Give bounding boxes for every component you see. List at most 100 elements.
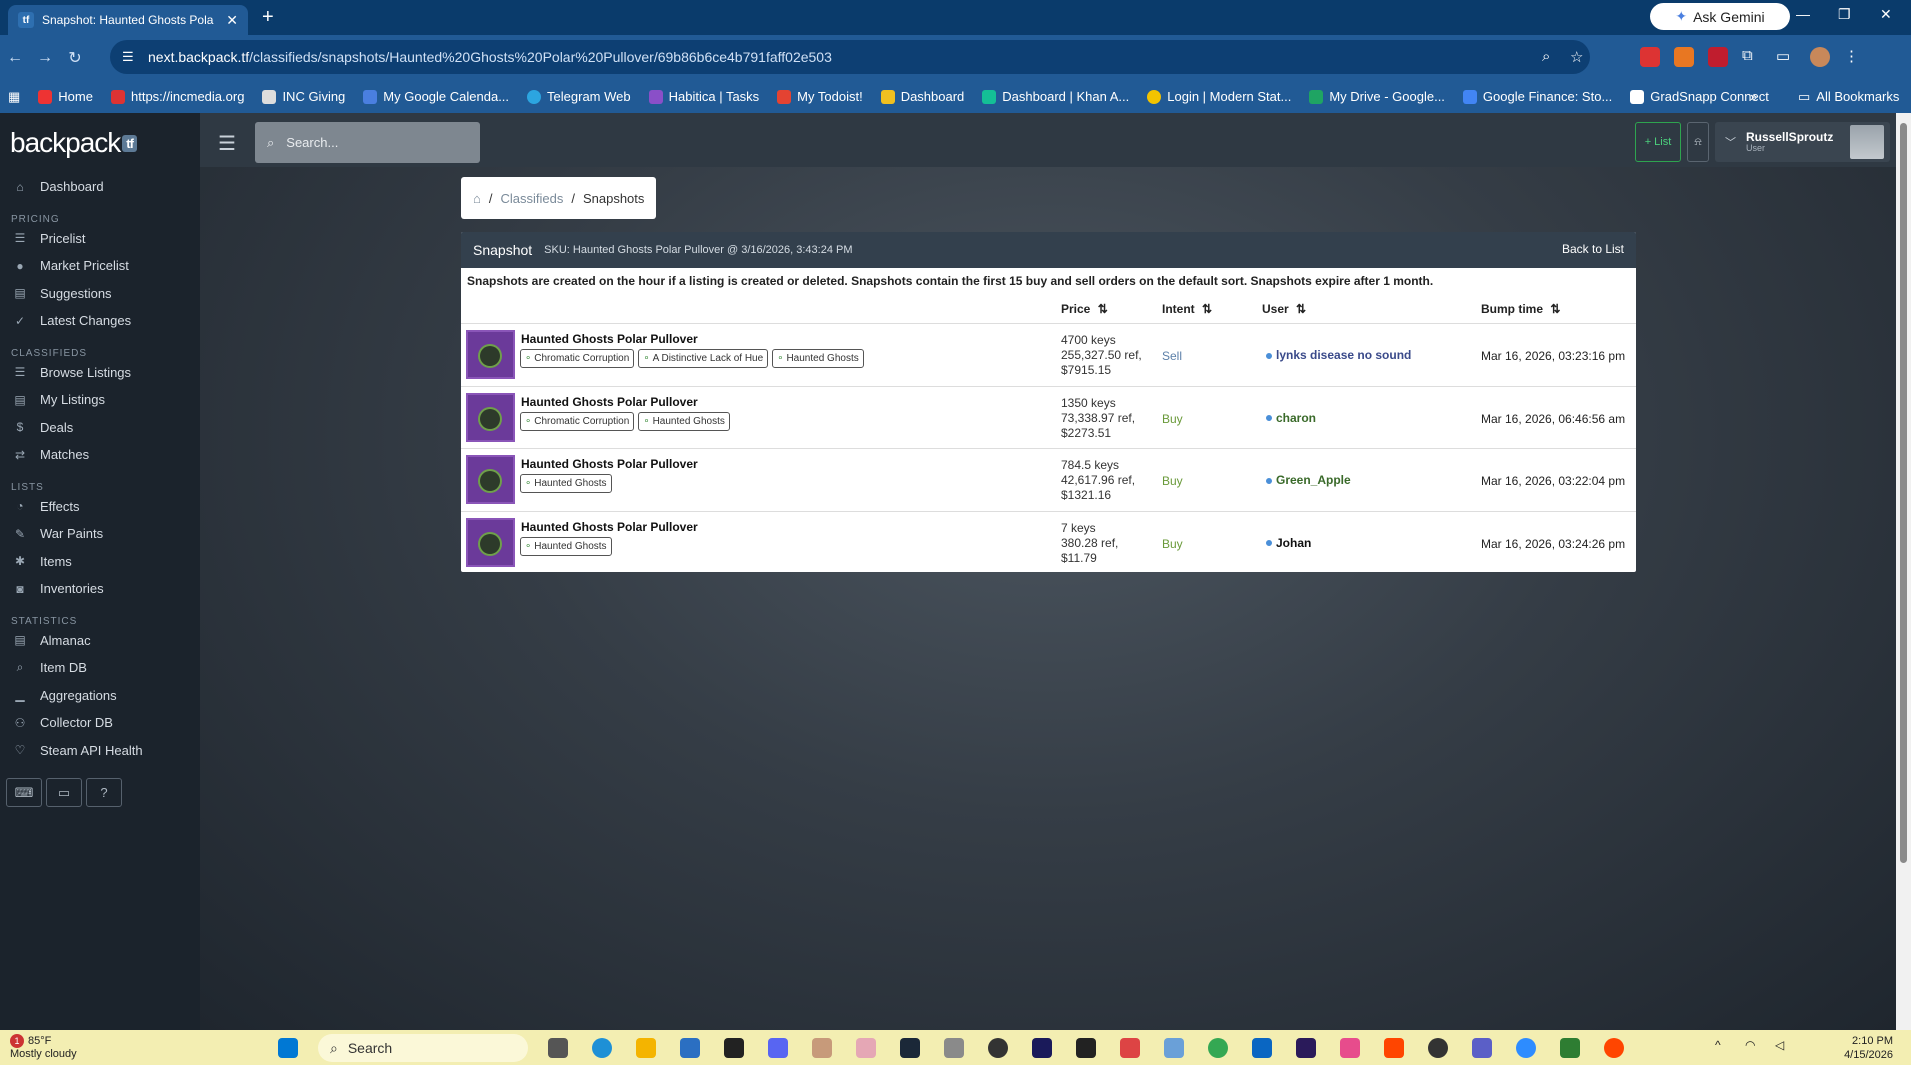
hamburger-menu-icon[interactable]: ☰ — [218, 131, 236, 156]
bookmark-item[interactable]: Dashboard — [880, 89, 964, 104]
url-bar[interactable]: ☰ next.backpack.tf/classifieds/snapshots… — [110, 40, 1590, 74]
ask-gemini-button[interactable]: ✦ Ask Gemini — [1650, 3, 1790, 30]
price-header[interactable]: Price ⇅ — [1061, 302, 1108, 316]
app-icon[interactable] — [856, 1038, 876, 1058]
app-icon[interactable] — [944, 1038, 964, 1058]
add-listing-button[interactable]: + List — [1635, 122, 1681, 162]
table-row[interactable]: Haunted Ghosts Polar Pullover ∘ Haunted G… — [461, 512, 1636, 573]
bookmark-item[interactable]: My Todoist! — [777, 89, 863, 104]
chrome-menu-icon[interactable]: ⋮ — [1844, 47, 1864, 67]
breadcrumb-classifieds[interactable]: Classifieds — [500, 191, 563, 206]
sidebar-item-my-listings[interactable]: ▤ My Listings — [0, 386, 200, 414]
teams-icon[interactable] — [1472, 1038, 1492, 1058]
discord-icon[interactable] — [768, 1038, 788, 1058]
bookmark-item[interactable]: Habitica | Tasks — [648, 89, 759, 104]
sidebar-item-steam-api-health[interactable]: ♡ Steam API Health — [0, 737, 200, 765]
attribute-tag[interactable]: ∘ Haunted Ghosts — [520, 474, 612, 493]
zoom-icon[interactable]: ⌕ — [1542, 48, 1550, 65]
app-icon[interactable] — [988, 1038, 1008, 1058]
table-row[interactable]: Haunted Ghosts Polar Pullover ∘ Haunted G… — [461, 449, 1636, 512]
extensions-puzzle-icon[interactable]: ⧉ — [1742, 47, 1762, 67]
attribute-tag[interactable]: ∘ Haunted Ghosts — [638, 411, 730, 431]
bookmark-item[interactable]: Home — [38, 89, 93, 104]
store-icon[interactable] — [680, 1038, 700, 1058]
attribute-tag[interactable]: ∘ Chromatic Corruption — [520, 411, 635, 431]
keyboard-button[interactable]: ⌨ — [6, 778, 42, 807]
table-row[interactable]: Haunted Ghosts Polar Pullover ∘ Chromatic… — [461, 324, 1636, 387]
sidebar-item-browse-listings[interactable]: ☰ Browse Listings — [0, 359, 200, 387]
user-link[interactable]: Johan — [1266, 536, 1311, 550]
user-menu[interactable]: ﹀ RussellSproutz User — [1715, 122, 1890, 162]
item-thumbnail[interactable] — [466, 517, 515, 567]
chrome-icon[interactable] — [1208, 1038, 1228, 1058]
bookmark-item[interactable]: Dashboard | Khan A... — [982, 89, 1129, 104]
attribute-tag[interactable]: ∘ A Distinctive Lack of Hue — [638, 349, 769, 368]
app-icon[interactable] — [1076, 1038, 1096, 1058]
tray-chevron-icon[interactable]: ^ — [1715, 1038, 1735, 1058]
item-thumbnail[interactable] — [466, 455, 515, 504]
app-icon[interactable] — [1560, 1038, 1580, 1058]
item-name[interactable]: Haunted Ghosts Polar Pullover — [521, 395, 698, 409]
windows-start-icon[interactable] — [278, 1038, 298, 1058]
help-button[interactable]: ? — [86, 778, 122, 807]
bookmark-item[interactable]: My Google Calenda... — [363, 89, 509, 104]
bookmark-item[interactable]: INC Giving — [262, 89, 345, 104]
reload-icon[interactable]: ↻ — [60, 48, 90, 68]
extension-orange-icon[interactable] — [1674, 47, 1694, 67]
table-row[interactable]: Haunted Ghosts Polar Pullover ∘ Chromatic… — [461, 387, 1636, 449]
task-view-icon[interactable] — [548, 1038, 568, 1058]
system-clock[interactable]: 2:10 PM 4/15/2026 — [1844, 1034, 1893, 1062]
forward-arrow-icon[interactable]: → — [30, 49, 60, 67]
attribute-tag[interactable]: ∘ Haunted Ghosts — [520, 536, 612, 556]
sidebar-item-effects[interactable]: ◔ Effects — [0, 493, 200, 521]
user-link[interactable]: charon — [1266, 411, 1316, 425]
attribute-tag[interactable]: ∘ Chromatic Corruption — [520, 349, 635, 368]
sidebar-item-latest-changes[interactable]: ✓ Latest Changes — [0, 307, 200, 335]
intent-header[interactable]: Intent ⇅ — [1162, 302, 1212, 316]
minimize-window-icon[interactable]: — — [1796, 6, 1810, 22]
user-link[interactable]: lynks disease no sound — [1266, 348, 1411, 362]
taskbar-search[interactable]: ⌕ Search — [318, 1034, 528, 1062]
browser-tab[interactable]: tf Snapshot: Haunted Ghosts Pola ✕ — [8, 5, 248, 35]
edge-icon[interactable] — [592, 1038, 612, 1058]
user-link[interactable]: Green_Apple — [1266, 473, 1351, 487]
scrollbar-thumb[interactable] — [1900, 123, 1907, 863]
sidebar-item-almanac[interactable]: ▤ Almanac — [0, 627, 200, 655]
sidebar-item-dashboard[interactable]: ⌂ Dashboard — [0, 173, 200, 201]
item-name[interactable]: Haunted Ghosts Polar Pullover — [521, 332, 698, 346]
bookmark-item[interactable]: My Drive - Google... — [1309, 89, 1445, 104]
all-bookmarks[interactable]: ▭ All Bookmarks — [1798, 89, 1899, 105]
restore-window-icon[interactable]: ❐ — [1838, 6, 1851, 23]
item-name[interactable]: Haunted Ghosts Polar Pullover — [521, 520, 698, 534]
app-icon[interactable] — [1384, 1038, 1404, 1058]
steam-icon[interactable] — [900, 1038, 920, 1058]
bookmark-item[interactable]: Login | Modern Stat... — [1147, 89, 1291, 104]
snipping-tool-icon[interactable] — [1120, 1038, 1140, 1058]
item-name[interactable]: Haunted Ghosts Polar Pullover — [521, 457, 698, 471]
item-thumbnail[interactable] — [466, 392, 515, 442]
profile-avatar-icon[interactable] — [1810, 47, 1830, 67]
app-icon[interactable] — [1164, 1038, 1184, 1058]
bookmark-item[interactable]: https://incmedia.org — [110, 89, 244, 104]
app-icon[interactable] — [1340, 1038, 1360, 1058]
epic-games-icon[interactable] — [724, 1038, 744, 1058]
sidebar-item-market-pricelist[interactable]: ● Market Pricelist — [0, 252, 200, 280]
back-arrow-icon[interactable]: ← — [0, 49, 30, 67]
home-icon[interactable]: ⌂ — [473, 191, 481, 206]
item-thumbnail[interactable] — [466, 330, 515, 379]
search-input[interactable]: ⌕ Search... — [255, 122, 480, 163]
sidebar-item-item-db[interactable]: ⌕ Item DB — [0, 654, 200, 682]
sidebar-item-collector-db[interactable]: ⚇ Collector DB — [0, 709, 200, 737]
volume-icon[interactable]: ◁ — [1775, 1038, 1795, 1058]
more-bookmarks-icon[interactable]: » — [1750, 89, 1757, 104]
close-tab-icon[interactable]: ✕ — [226, 12, 238, 29]
notifications-bell-icon[interactable]: ⍾ — [1687, 122, 1709, 162]
file-explorer-icon[interactable] — [636, 1038, 656, 1058]
extension-red-icon[interactable] — [1640, 47, 1660, 67]
sidebar-item-items[interactable]: ✱ Items — [0, 548, 200, 576]
sidebar-item-aggregations[interactable]: ▁ Aggregations — [0, 682, 200, 710]
sidebar-item-inventories[interactable]: ◙ Inventories — [0, 575, 200, 603]
tab-search-icon[interactable]: ▭ — [1776, 47, 1796, 67]
new-tab-icon[interactable]: + — [262, 6, 274, 29]
app-icon[interactable] — [812, 1038, 832, 1058]
